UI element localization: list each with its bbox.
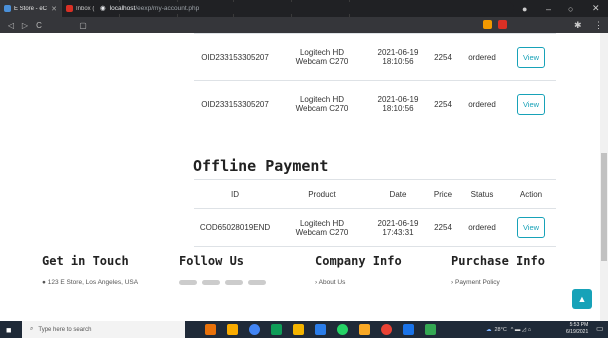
action-cell: View: [506, 80, 556, 128]
scrollbar-thumb[interactable]: [601, 153, 607, 261]
column-header: Product: [276, 179, 368, 209]
twitter-icon[interactable]: [202, 280, 220, 285]
browser-tab[interactable]: E Store - eComm✕: [0, 0, 62, 17]
column-header: ID: [194, 179, 276, 209]
notifications-icon[interactable]: ▭: [596, 324, 604, 333]
tab-favicon-icon: [4, 5, 11, 12]
search-placeholder: Type here to search: [38, 326, 92, 333]
price-cell: 2254: [428, 80, 458, 128]
date-cell: 2021-06-19 17:43:31: [368, 208, 428, 247]
url-path: /eexp/my-account.php: [135, 4, 200, 12]
order-id-cell: OID233153305207: [194, 80, 276, 128]
minimize-icon[interactable]: –: [546, 0, 551, 17]
menu-kebab-icon[interactable]: ⋮: [594, 17, 603, 33]
tab-favicon-icon: [66, 5, 73, 12]
table-row: COD65028019END Logitech HD Webcam C270 202…: [194, 208, 556, 247]
url-field[interactable]: ◉ localhost /eexp/my-account.php: [94, 2, 514, 14]
instagram-icon[interactable]: [225, 280, 243, 285]
tray-icons[interactable]: ^ ▬ ◿ ⌂: [511, 327, 531, 333]
extensions-puzzle-icon[interactable]: ✱: [574, 17, 582, 33]
online-orders-table: OID233153305207 Logitech HD Webcam C270 20…: [194, 33, 556, 128]
table-row: OID233153305207 Logitech HD Webcam C270 20…: [194, 33, 556, 81]
footer-link-payment-policy[interactable]: › Payment Policy: [451, 279, 500, 286]
social-icons: [179, 280, 266, 285]
bookmark-icon[interactable]: ▢: [76, 21, 90, 30]
taskbar-app-icon[interactable]: [293, 324, 304, 335]
order-id-cell: COD65028019END: [194, 208, 276, 247]
maximize-icon[interactable]: ○: [568, 0, 573, 17]
action-cell: View: [506, 33, 556, 81]
date-cell: 2021-06-19 18:10:56: [368, 80, 428, 128]
offline-payment-title: Offline Payment: [193, 157, 329, 175]
clock-time: 5:53 PM: [569, 322, 589, 328]
address-bar: ◁ ▷ C ▢: [0, 17, 608, 33]
facebook-icon[interactable]: [179, 280, 197, 285]
file-explorer-icon[interactable]: [227, 324, 238, 335]
whatsapp-icon[interactable]: [337, 324, 348, 335]
system-tray: ☁ 28°C ^ ▬ ◿ ⌂: [486, 321, 531, 338]
view-order-button[interactable]: View: [516, 93, 546, 115]
footer-link-about[interactable]: › About Us: [315, 279, 345, 286]
page-content: OID233153305207 Logitech HD Webcam C270 20…: [0, 33, 600, 321]
taskbar-clock[interactable]: 5:53 PM 6/19/2021: [566, 322, 588, 336]
view-order-button[interactable]: View: [516, 217, 546, 238]
close-tab-icon[interactable]: ✕: [51, 5, 57, 13]
profile-icon[interactable]: ●: [522, 0, 527, 17]
back-icon[interactable]: ◁: [4, 21, 18, 30]
extension-shield-icon[interactable]: [483, 20, 492, 29]
column-header: Status: [458, 179, 506, 209]
product-cell: Logitech HD Webcam C270: [276, 208, 368, 247]
product-cell: Logitech HD Webcam C270: [276, 33, 368, 81]
extension-alert-icon[interactable]: [498, 20, 507, 29]
action-cell: View: [506, 208, 556, 247]
tab-label: E Store - eComm: [14, 5, 48, 12]
footer-heading-company-info: Company Info: [315, 254, 402, 268]
price-cell: 2254: [428, 33, 458, 81]
store-icon[interactable]: [271, 324, 282, 335]
status-cell: ordered: [458, 33, 506, 81]
column-header: Date: [368, 179, 428, 209]
date-cell: 2021-06-19 18:10:56: [368, 33, 428, 81]
close-window-icon[interactable]: ✕: [592, 0, 600, 17]
footer-heading-purchase-info: Purchase Info: [451, 254, 545, 268]
url-host: localhost: [109, 4, 136, 12]
table-row: OID233153305207 Logitech HD Webcam C270 20…: [194, 80, 556, 128]
status-cell: ordered: [458, 208, 506, 247]
price-cell: 2254: [428, 208, 458, 247]
footer-heading-follow-us: Follow Us: [179, 254, 245, 268]
clock-date: 6/19/2021: [566, 329, 589, 335]
chrome-icon[interactable]: [249, 324, 260, 335]
taskbar-app-icon[interactable]: [359, 324, 370, 335]
reload-icon[interactable]: C: [32, 21, 46, 30]
offline-payment-table: ID Product Date Price Status Action COD650280…: [194, 179, 556, 247]
vscode-icon[interactable]: [315, 324, 326, 335]
weather-temp[interactable]: 28°C: [495, 327, 507, 333]
status-cell: ordered: [458, 80, 506, 128]
footer-heading-get-in-touch: Get in Touch: [42, 254, 129, 268]
product-cell: Logitech HD Webcam C270: [276, 80, 368, 128]
view-order-button[interactable]: View: [516, 46, 546, 68]
linkedin-icon[interactable]: [248, 280, 266, 285]
start-windows-icon[interactable]: ■: [6, 325, 11, 335]
search-icon: ⌕: [30, 326, 34, 332]
taskbar-search-input[interactable]: ⌕ Type here to search: [22, 321, 185, 338]
footer-address: ● 123 E Store, Los Angeles, USA: [42, 279, 139, 286]
back-to-top-button[interactable]: ▲: [572, 289, 592, 309]
weather-icon[interactable]: ☁: [486, 327, 492, 333]
taskbar-app-icon[interactable]: [205, 324, 216, 335]
taskbar-app-icon[interactable]: [425, 324, 436, 335]
order-id-cell: OID233153305207: [194, 33, 276, 81]
column-header: Price: [428, 179, 458, 209]
taskbar-app-icon[interactable]: [403, 324, 414, 335]
forward-icon[interactable]: ▷: [18, 21, 32, 30]
taskbar-app-icon[interactable]: [381, 324, 392, 335]
column-header: Action: [506, 179, 556, 209]
site-info-icon[interactable]: ◉: [100, 4, 106, 12]
